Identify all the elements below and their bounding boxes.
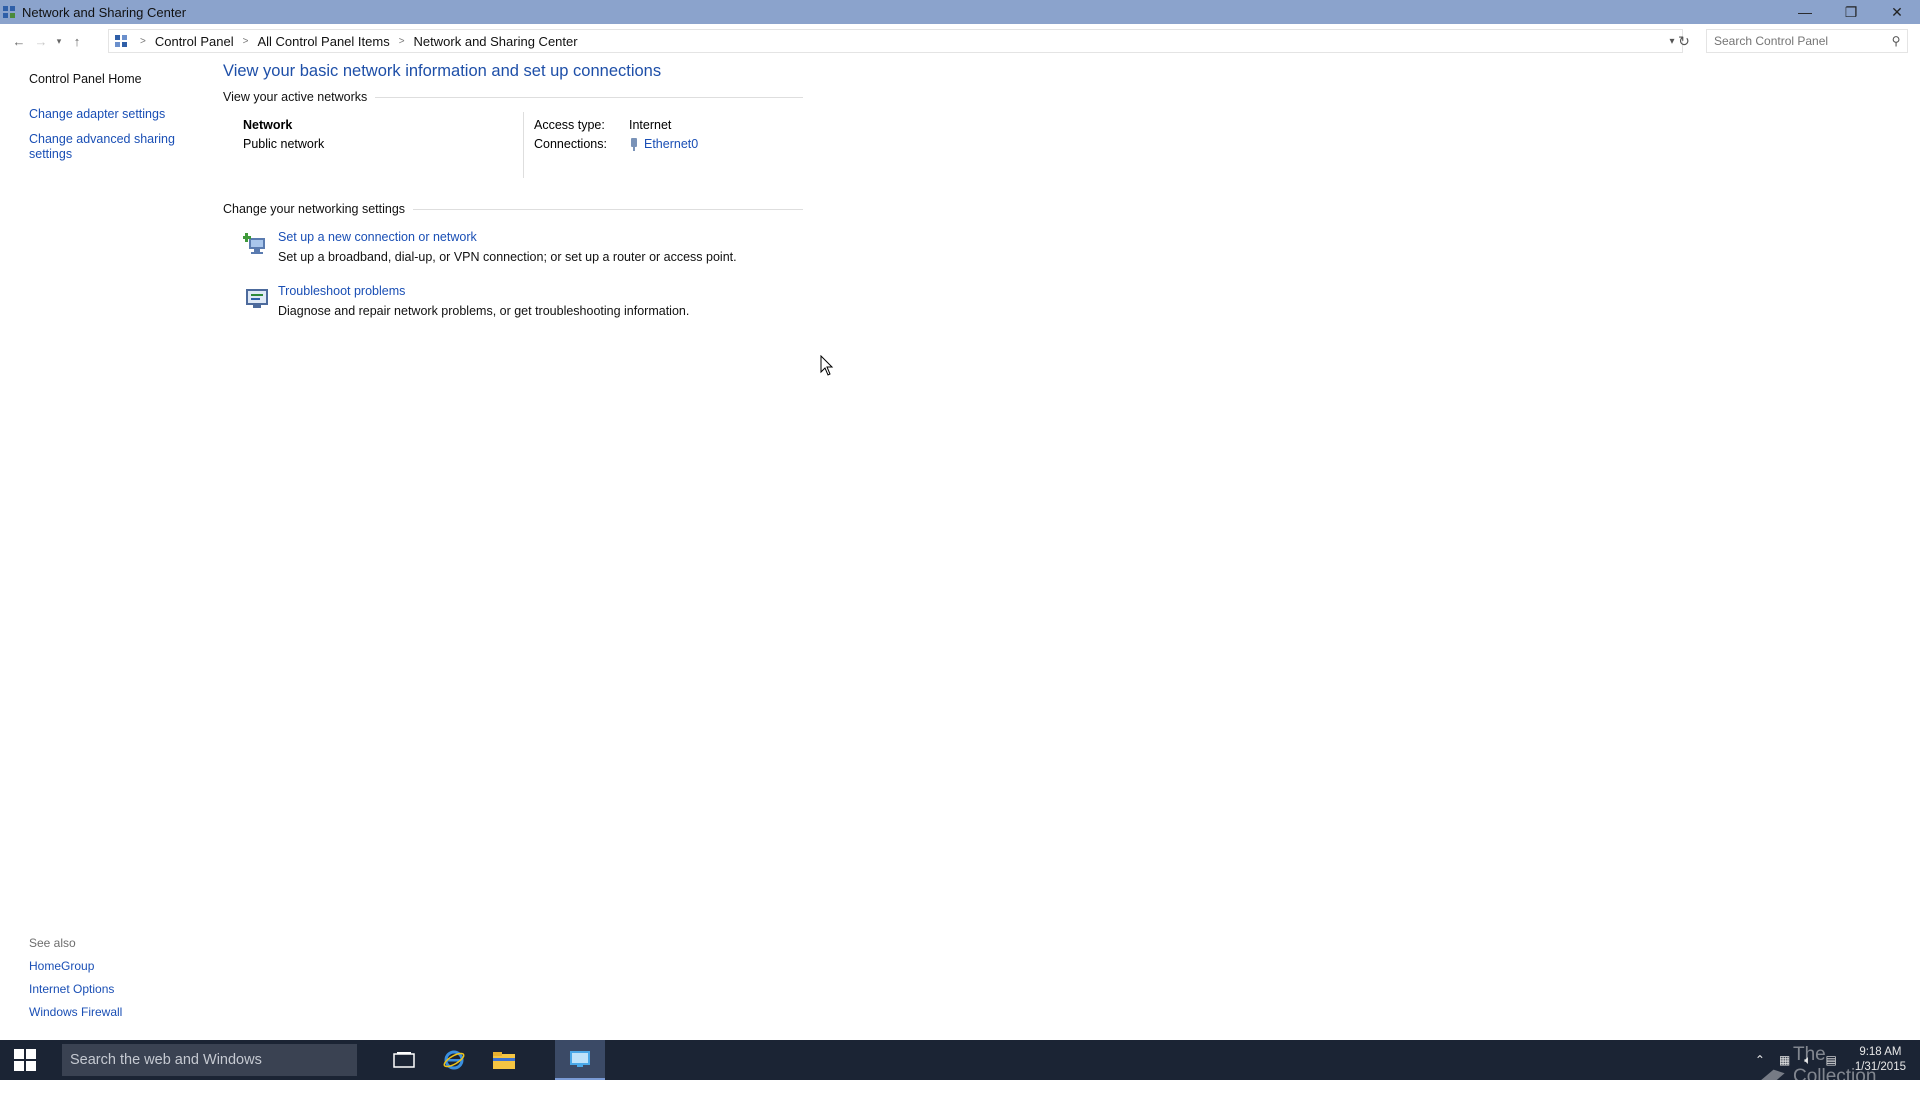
notifications-icon[interactable]: ▤ bbox=[1825, 1053, 1836, 1067]
troubleshoot-icon bbox=[246, 289, 268, 308]
page-title: View your basic network information and … bbox=[223, 62, 662, 80]
chevron-right-icon[interactable]: > bbox=[238, 36, 254, 47]
minimize-button[interactable]: — bbox=[1782, 0, 1828, 24]
taskbar-search-placeholder: Search the web and Windows bbox=[70, 1052, 262, 1068]
networking-settings-header: Change your networking settings bbox=[223, 202, 803, 216]
tray-icons: ⌃ ▦ 🔈︎ ▤ bbox=[1755, 1053, 1837, 1068]
address-box[interactable]: > Control Panel > All Control Panel Item… bbox=[108, 29, 1683, 53]
breadcrumb-all-items[interactable]: All Control Panel Items bbox=[253, 34, 393, 49]
ethernet0-link[interactable]: Ethernet0 bbox=[644, 137, 698, 151]
internet-explorer-button[interactable] bbox=[429, 1040, 479, 1080]
task-troubleshoot: Troubleshoot problems Diagnose and repai… bbox=[243, 284, 803, 318]
new-connection-icon bbox=[243, 233, 265, 254]
clock-time: 9:18 AM bbox=[1859, 1046, 1902, 1058]
network-center-taskbar-button[interactable] bbox=[555, 1040, 605, 1080]
file-explorer-button[interactable] bbox=[479, 1040, 529, 1080]
task-view-button[interactable] bbox=[379, 1040, 429, 1080]
chevron-right-icon[interactable]: > bbox=[394, 36, 410, 47]
network-tray-icon[interactable]: ▦ bbox=[1779, 1053, 1790, 1067]
troubleshoot-desc: Diagnose and repair network problems, or… bbox=[278, 304, 690, 318]
refresh-icon: ↻ bbox=[1678, 32, 1690, 49]
system-tray: The Collection Book ⌃ ▦ 🔈︎ ▤ 9:18 AM 1/3… bbox=[1755, 1040, 1920, 1109]
divider bbox=[375, 96, 803, 98]
divider bbox=[413, 208, 803, 210]
access-type-value: Internet bbox=[629, 118, 672, 132]
up-button[interactable]: ↑ bbox=[66, 29, 88, 53]
windows-firewall-link[interactable]: Windows Firewall bbox=[29, 1005, 122, 1020]
taskbar-search[interactable]: Search the web and Windows bbox=[62, 1044, 357, 1076]
troubleshoot-link[interactable]: Troubleshoot problems bbox=[278, 284, 689, 298]
change-advanced-sharing-link[interactable]: Change advanced sharing settings bbox=[29, 132, 179, 162]
access-type-label: Access type: bbox=[534, 118, 605, 132]
start-button[interactable] bbox=[0, 1040, 50, 1080]
setup-connection-desc: Set up a broadband, dial-up, or VPN conn… bbox=[278, 250, 737, 264]
main-content: View your basic network information and … bbox=[223, 62, 803, 338]
clock[interactable]: 9:18 AM 1/31/2015 bbox=[1855, 1045, 1906, 1075]
connections-label: Connections: bbox=[534, 137, 607, 151]
show-hidden-icons-button[interactable]: ⌃ bbox=[1755, 1053, 1765, 1067]
internet-explorer-icon bbox=[443, 1050, 465, 1070]
search-box[interactable]: ⚲ bbox=[1706, 29, 1908, 53]
control-panel-home-link[interactable]: Control Panel Home bbox=[29, 72, 209, 87]
breadcrumb-network-center[interactable]: Network and Sharing Center bbox=[410, 34, 582, 49]
network-center-icon bbox=[570, 1051, 590, 1067]
clock-date: 1/31/2015 bbox=[1854, 1061, 1906, 1073]
see-also-section: See also HomeGroup Internet Options Wind… bbox=[29, 936, 122, 1028]
network-type: Public network bbox=[243, 137, 325, 151]
left-pane: Control Panel Home Change adapter settin… bbox=[29, 72, 209, 172]
setup-connection-link[interactable]: Set up a new connection or network bbox=[278, 230, 737, 244]
task-view-icon bbox=[393, 1052, 415, 1068]
connection-link[interactable]: Ethernet0 bbox=[629, 137, 698, 151]
active-network: Network Public network Access type: Inte… bbox=[223, 112, 803, 188]
control-panel-icon bbox=[115, 35, 127, 47]
forward-arrow-icon: → bbox=[34, 33, 48, 49]
chevron-down-icon: ▾ bbox=[56, 35, 62, 46]
windows-logo-icon bbox=[14, 1049, 36, 1071]
divider bbox=[523, 112, 524, 178]
recent-locations-button[interactable]: ▾ bbox=[52, 29, 66, 53]
change-adapter-settings-link[interactable]: Change adapter settings bbox=[29, 107, 209, 122]
back-button[interactable]: ← bbox=[8, 29, 30, 53]
homegroup-link[interactable]: HomeGroup bbox=[29, 959, 122, 974]
refresh-button[interactable]: ↻ bbox=[1673, 29, 1695, 53]
network-center-icon bbox=[3, 6, 15, 18]
volume-icon[interactable]: 🔈︎ bbox=[1804, 1053, 1811, 1068]
ethernet-icon bbox=[631, 137, 637, 151]
title-bar: Network and Sharing Center — ❐ ✕ bbox=[0, 0, 1920, 24]
internet-options-link[interactable]: Internet Options bbox=[29, 982, 122, 997]
task-new-connection: Set up a new connection or network Set u… bbox=[243, 230, 803, 264]
network-name: Network bbox=[243, 118, 293, 132]
up-arrow-icon: ↑ bbox=[73, 33, 81, 49]
search-input[interactable] bbox=[1714, 34, 1885, 48]
address-bar: ← → ▾ ↑ > Control Panel > All Control Pa… bbox=[0, 27, 1920, 55]
folder-icon bbox=[493, 1052, 515, 1069]
forward-button[interactable]: → bbox=[30, 29, 52, 53]
chevron-right-icon[interactable]: > bbox=[135, 36, 151, 47]
restore-button[interactable]: ❐ bbox=[1828, 0, 1874, 24]
search-icon[interactable]: ⚲ bbox=[1885, 34, 1907, 48]
breadcrumb-control-panel[interactable]: Control Panel bbox=[151, 34, 238, 49]
active-networks-header: View your active networks bbox=[223, 90, 803, 104]
see-also-header: See also bbox=[29, 936, 76, 950]
taskbar: Search the web and Windows The Collectio… bbox=[0, 1040, 1920, 1109]
close-button[interactable]: ✕ bbox=[1874, 0, 1920, 24]
mouse-cursor-icon bbox=[820, 355, 834, 376]
back-arrow-icon: ← bbox=[12, 33, 26, 49]
window-title: Network and Sharing Center bbox=[22, 4, 187, 20]
